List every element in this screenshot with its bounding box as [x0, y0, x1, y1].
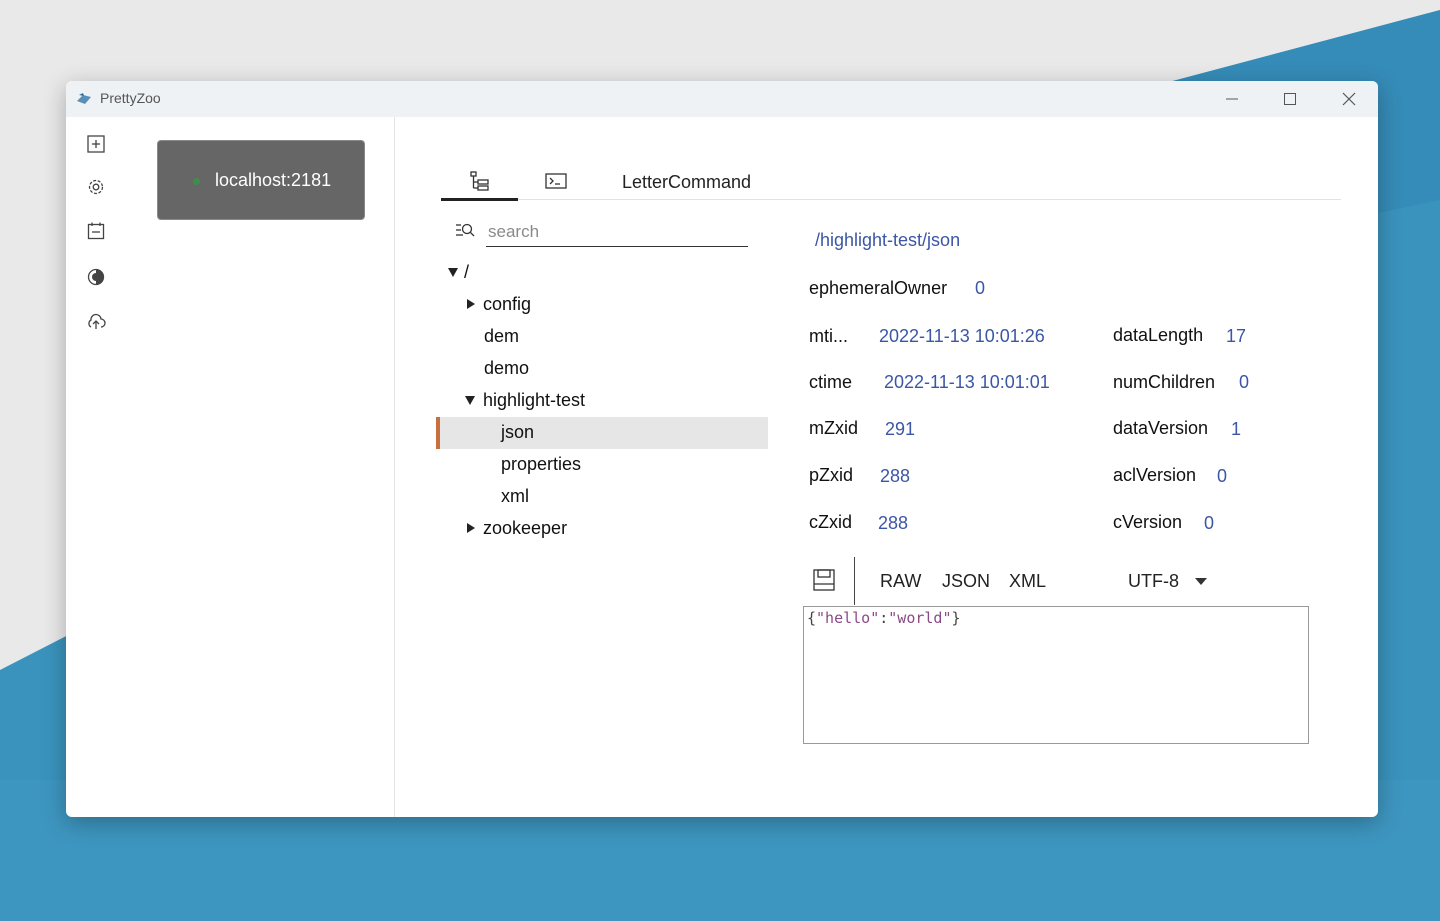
prettyzoo-logo-icon: [77, 93, 91, 104]
tree-icon: [470, 171, 489, 191]
connection-panel: localhost:2181: [126, 117, 395, 817]
collapsed-caret-icon[interactable]: [467, 523, 475, 533]
search-input[interactable]: [486, 217, 748, 247]
stat-key-czxid: cZxid: [809, 512, 853, 532]
tree-node-label: dem: [484, 326, 520, 346]
json-value: "world": [888, 609, 952, 627]
app-window: PrettyZoo localhost:2181 LetterCommand s…: [66, 81, 1378, 817]
tree-node-xml[interactable]: xml: [436, 481, 768, 513]
stat-value-ctime: 2022-11-13 10:01:01: [884, 372, 1050, 392]
data-editor[interactable]: {"hello":"world"}: [803, 606, 1309, 744]
tab-terminal[interactable]: [526, 164, 586, 200]
tree-node-highlight-test[interactable]: highlight-test: [436, 385, 768, 417]
tree-node-json[interactable]: json: [436, 417, 768, 449]
maximize-button[interactable]: [1261, 81, 1319, 117]
node-path: /highlight-test/json: [815, 230, 961, 250]
close-button[interactable]: [1320, 81, 1378, 117]
stat-value-c-version: 0: [1204, 513, 1215, 533]
json-close-brace: }: [951, 609, 961, 627]
stat-key-pzxid: pZxid: [809, 465, 854, 485]
tab-letter-command-label: LetterCommand: [622, 172, 752, 192]
chevron-down-icon[interactable]: [1195, 578, 1207, 585]
stat-value-czxid: 288: [878, 513, 909, 533]
tree-node-label: highlight-test: [483, 390, 586, 410]
node-tree: / config dem demo highlight-test json pr…: [436, 257, 768, 545]
encoding-select[interactable]: UTF-8: [1128, 571, 1179, 592]
stat-key-ctime: ctime: [809, 372, 853, 392]
tree-node-root[interactable]: /: [436, 257, 768, 289]
stat-key-ephemeral-owner: ephemeralOwner: [809, 278, 948, 298]
stat-key-c-version: cVersion: [1113, 512, 1183, 532]
upload-icon[interactable]: [86, 312, 106, 332]
expanded-caret-icon[interactable]: [465, 396, 475, 405]
collapsed-caret-icon[interactable]: [467, 299, 475, 309]
json-colon: :: [879, 609, 889, 627]
tree-node-demo[interactable]: demo: [436, 353, 768, 385]
toolbar-divider: [854, 557, 855, 605]
json-open-brace: {: [807, 609, 817, 627]
active-tab-indicator: [441, 198, 518, 201]
tree-node-label: /: [464, 262, 470, 282]
settings-icon[interactable]: [86, 177, 106, 197]
stat-value-ephemeral-owner: 0: [975, 278, 986, 298]
stat-key-data-version: dataVersion: [1113, 418, 1209, 438]
save-icon[interactable]: [812, 568, 836, 592]
stat-key-mtime: mti...: [809, 326, 848, 346]
format-json-button[interactable]: JSON: [942, 571, 990, 592]
stat-key-num-children: numChildren: [1113, 372, 1216, 392]
json-key: "hello": [816, 609, 880, 627]
server-address: localhost:2181: [215, 170, 332, 190]
stat-key-mzxid: mZxid: [809, 418, 858, 438]
tree-node-config[interactable]: config: [436, 289, 768, 321]
maximize-icon: [1284, 93, 1296, 105]
add-server-icon[interactable]: [86, 134, 106, 154]
tree-node-label: zookeeper: [483, 518, 568, 538]
close-icon: [1342, 92, 1356, 106]
stat-key-acl-version: aclVersion: [1113, 465, 1197, 485]
format-xml-button[interactable]: XML: [1009, 571, 1046, 592]
stat-value-acl-version: 0: [1217, 466, 1228, 486]
tree-node-dem[interactable]: dem: [436, 321, 768, 353]
server-card[interactable]: localhost:2181: [157, 140, 365, 220]
tab-tree[interactable]: [441, 164, 518, 201]
stat-key-data-length: dataLength: [1113, 325, 1204, 345]
theme-icon[interactable]: [86, 267, 106, 287]
minimize-button[interactable]: [1203, 81, 1261, 117]
terminal-icon: [545, 173, 567, 189]
window-title: PrettyZoo: [100, 90, 161, 106]
tab-letter-command[interactable]: LetterCommand: [616, 164, 766, 200]
tree-node-label: properties: [501, 454, 582, 474]
stat-value-mtime: 2022-11-13 10:01:26: [879, 326, 1045, 346]
side-rail: [66, 117, 126, 817]
tree-node-properties[interactable]: properties: [436, 449, 768, 481]
title-bar: PrettyZoo: [66, 81, 1378, 117]
log-icon[interactable]: [86, 221, 106, 241]
format-raw-button[interactable]: RAW: [880, 571, 921, 592]
search-icon: [456, 223, 475, 237]
expanded-caret-icon[interactable]: [448, 268, 458, 277]
stat-value-num-children: 0: [1239, 372, 1250, 392]
stat-value-pzxid: 288: [880, 466, 911, 486]
tree-node-label: xml: [501, 486, 529, 506]
minimize-icon: [1226, 98, 1238, 100]
stat-value-data-version: 1: [1231, 419, 1242, 439]
tree-node-label: demo: [484, 358, 530, 378]
connection-status-indicator: [193, 178, 200, 185]
tree-node-label: json: [501, 422, 535, 442]
stat-value-mzxid: 291: [885, 419, 916, 439]
tree-node-zookeeper[interactable]: zookeeper: [436, 513, 768, 545]
stat-value-data-length: 17: [1226, 326, 1247, 346]
tree-node-label: config: [483, 294, 532, 314]
